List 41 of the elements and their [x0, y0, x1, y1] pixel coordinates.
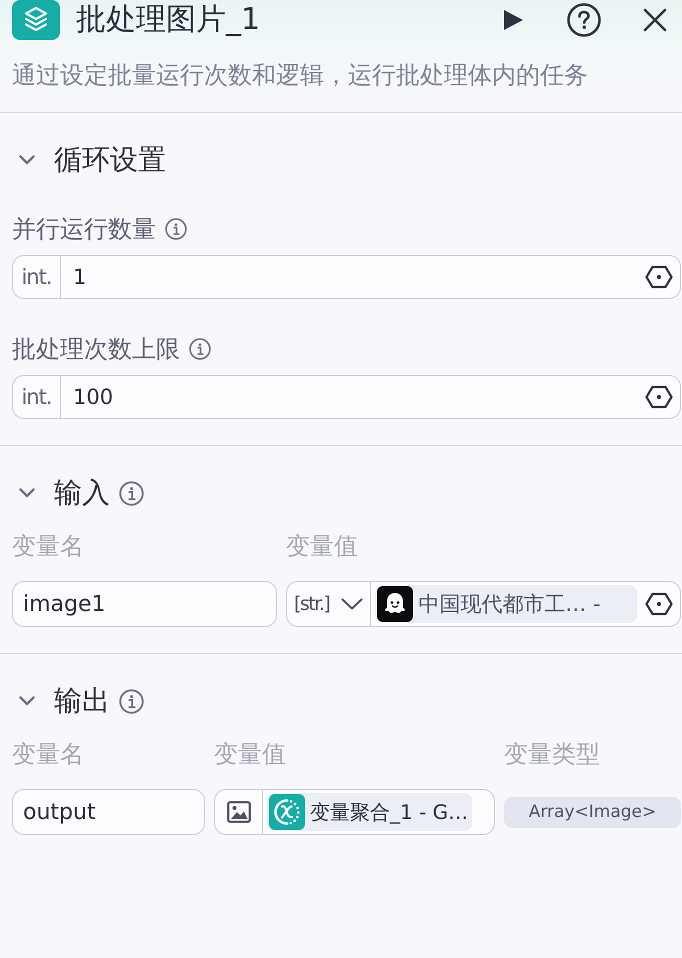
type-dropdown[interactable]: [str.]: [287, 582, 372, 626]
field-label: 并行运行数量: [12, 214, 156, 245]
field-value: 1: [73, 265, 86, 289]
field-label: 批处理次数上限: [12, 334, 180, 365]
column-header: 变量类型: [504, 739, 601, 769]
info-icon[interactable]: [189, 338, 211, 360]
chevron-down-icon: [341, 598, 364, 610]
variable-icon[interactable]: [645, 592, 673, 616]
image-icon: [226, 801, 250, 823]
info-icon[interactable]: [119, 688, 144, 714]
column-header: 变量名: [12, 739, 85, 769]
description-text: 通过设定批量运行次数和逻辑，运行批处理体内的任务: [12, 60, 589, 90]
info-icon[interactable]: [165, 218, 187, 240]
number-field[interactable]: int. 100: [12, 375, 681, 419]
window-title: 批处理图片_1: [76, 1, 260, 39]
type-badge: Array<Image>: [504, 796, 681, 828]
name-field[interactable]: image1: [12, 581, 277, 627]
info-icon[interactable]: [119, 480, 144, 506]
ghost-icon: [377, 586, 414, 622]
field-value: 100: [73, 385, 114, 409]
value-field[interactable]: [str.] 中国现代都市工… -: [286, 581, 681, 627]
variable-icon[interactable]: [645, 265, 673, 289]
reference-chip[interactable]: 中国现代都市工… -: [375, 585, 637, 623]
value-field[interactable]: 变量聚合_1 - G…: [214, 789, 495, 835]
reference-chip[interactable]: 变量聚合_1 - G…: [267, 793, 472, 831]
variable-icon[interactable]: [645, 385, 673, 409]
number-field[interactable]: int. 1: [12, 255, 681, 299]
section-toggle[interactable]: 输出: [12, 683, 110, 719]
layers-icon: [12, 0, 60, 40]
help-icon: [567, 3, 601, 37]
play-icon: [503, 9, 523, 31]
close-icon: [643, 8, 667, 32]
column-header: 变量名: [12, 531, 85, 561]
section-toggle[interactable]: 输入: [12, 475, 110, 511]
name-field[interactable]: output: [12, 789, 205, 835]
type-label: int.: [13, 256, 61, 298]
column-header: 变量值: [286, 531, 359, 561]
help-button[interactable]: [564, 0, 604, 40]
type-label: int.: [13, 376, 61, 418]
column-header: 变量值: [214, 739, 287, 769]
section-toggle[interactable]: 循环设置: [12, 142, 166, 178]
